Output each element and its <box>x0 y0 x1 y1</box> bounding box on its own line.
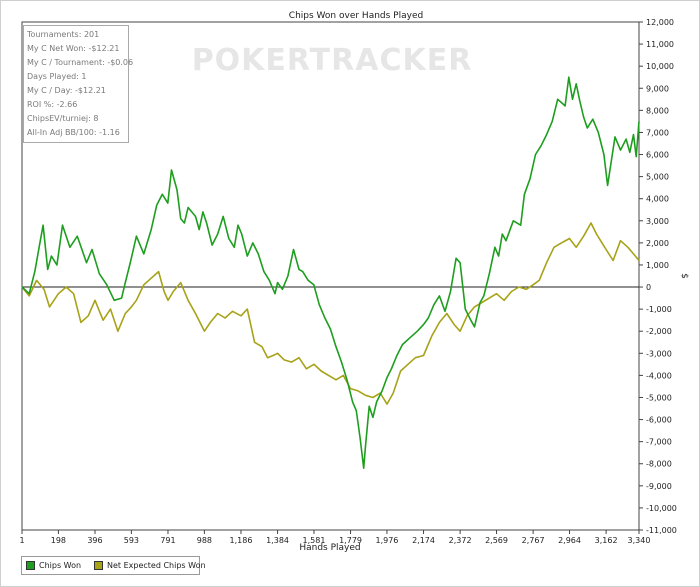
x-tick-label: 3,162 <box>595 536 618 545</box>
x-tick-label: 198 <box>51 536 66 545</box>
legend: Chips Won Net Expected Chips Won <box>21 556 206 575</box>
y-tick-label: -2,000 <box>646 327 672 336</box>
x-tick-label: 791 <box>160 536 175 545</box>
stats-line: My C / Day: -$12.21 <box>27 86 106 95</box>
stats-line: Tournaments: 201 <box>27 30 100 39</box>
stats-line: My C Net Won: -$12.21 <box>27 44 120 53</box>
stats-line: My C / Tournament: -$0.06 <box>27 58 134 67</box>
y-tick-label: 9,000 <box>646 84 669 93</box>
stats-line: ChipsEV/turniej: 8 <box>27 114 99 123</box>
y-tick-label: 11,000 <box>646 40 674 49</box>
y-tick-label: 2,000 <box>646 239 669 248</box>
y-tick-label: 4,000 <box>646 195 669 204</box>
y-tick-label: -8,000 <box>646 460 672 469</box>
legend-swatch <box>26 561 35 570</box>
y-tick-label: 10,000 <box>646 62 674 71</box>
y-tick-label: 6,000 <box>646 151 669 160</box>
y-tick-label: -1,000 <box>646 305 672 314</box>
x-tick-label: 1,384 <box>266 536 289 545</box>
stats-box: Tournaments: 201 My C Net Won: -$12.21 M… <box>23 25 133 143</box>
watermark: POKERTRACKER <box>192 43 473 78</box>
x-tick-label: 1,976 <box>375 536 398 545</box>
y-tick-label: -10,000 <box>646 504 677 513</box>
y-tick-label: 7,000 <box>646 128 669 137</box>
y-tick-label: -4,000 <box>646 371 672 380</box>
y-axis-label: $ <box>679 273 689 279</box>
y-tick-label: 5,000 <box>646 173 669 182</box>
stats-line: All-In Adj BB/100: -1.16 <box>27 128 120 137</box>
stats-line: Days Played: 1 <box>27 72 87 81</box>
legend-item-net-expected[interactable]: Net Expected Chips Won <box>94 560 206 571</box>
legend-item-chips-won[interactable]: Chips Won <box>26 560 81 571</box>
x-tick-label: 1,186 <box>230 536 253 545</box>
x-tick-label: 2,372 <box>449 536 472 545</box>
x-tick-label: 2,964 <box>558 536 581 545</box>
x-tick-label: 2,569 <box>485 536 508 545</box>
y-tick-label: -7,000 <box>646 438 672 447</box>
x-tick-label: 396 <box>87 536 102 545</box>
legend-label: Net Expected Chips Won <box>107 561 206 570</box>
x-tick-label: 2,174 <box>412 536 435 545</box>
x-tick-label: 3,340 <box>628 536 651 545</box>
series-line-net-expected <box>21 222 640 405</box>
y-tick-label: -9,000 <box>646 482 672 491</box>
x-axis-label: Hands Played <box>299 543 360 553</box>
y-tick-label: 1,000 <box>646 261 669 270</box>
x-tick-label: 593 <box>124 536 139 545</box>
y-tick-label: 3,000 <box>646 217 669 226</box>
y-tick-label: 8,000 <box>646 106 669 115</box>
y-tick-label: 12,000 <box>646 18 674 27</box>
x-tick-label: 2,767 <box>522 536 545 545</box>
legend-label: Chips Won <box>39 561 82 570</box>
y-tick-label: -11,000 <box>646 526 677 535</box>
y-tick-label: 0 <box>646 283 651 292</box>
y-tick-label: -6,000 <box>646 416 672 425</box>
y-tick-label: -5,000 <box>646 393 672 402</box>
y-axis-ticks: -11,000 -10,000 -9,000 -8,000 -7,000 -6,000 -5… <box>639 18 677 535</box>
x-tick-label: 988 <box>197 536 212 545</box>
x-tick-label: 1 <box>19 536 24 545</box>
stats-line: ROI %: -2.66 <box>27 100 78 109</box>
chart-title: Chips Won over Hands Played <box>289 11 423 21</box>
y-tick-label: -3,000 <box>646 349 672 358</box>
legend-swatch <box>94 561 103 570</box>
